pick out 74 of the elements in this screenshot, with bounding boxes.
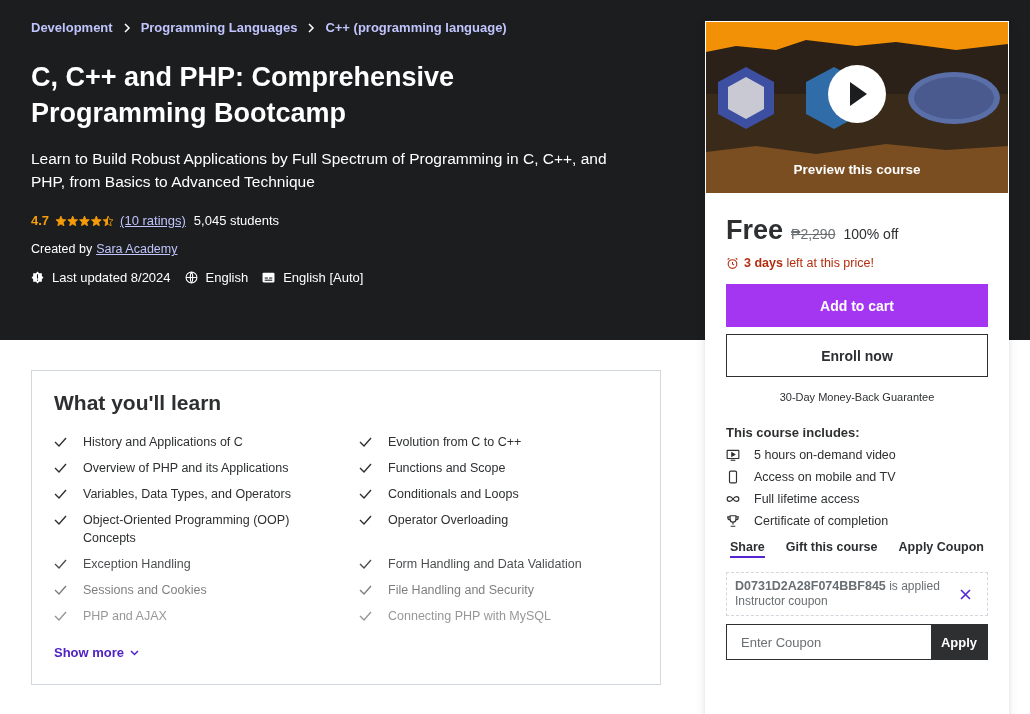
check-icon (359, 488, 372, 500)
breadcrumb-link[interactable]: C++ (programming language) (325, 20, 507, 35)
learn-item: Overview of PHP and its Applications (83, 460, 289, 477)
check-icon (359, 436, 372, 448)
learn-item: Evolution from C to C++ (388, 434, 522, 451)
learn-item: PHP and AJAX (83, 608, 167, 625)
author-link[interactable]: Sara Academy (96, 242, 178, 256)
breadcrumb-link[interactable]: Programming Languages (140, 20, 298, 35)
check-icon (54, 584, 67, 596)
apply-button[interactable]: Apply (931, 625, 987, 659)
original-price: ₱2,290 (791, 226, 836, 242)
play-icon[interactable] (828, 65, 886, 123)
coupon-field[interactable]: Enter Coupon Apply (726, 624, 988, 660)
alert-badge-icon (31, 271, 44, 284)
chevron-right-icon (307, 22, 316, 33)
learn-item: Connecting PHP with MySQL (388, 608, 552, 625)
check-icon (54, 610, 67, 622)
includes-heading: This course includes: (726, 425, 861, 440)
action-tab[interactable]: Share (730, 538, 765, 558)
course-title: C, C++ and PHP: Comprehensive Programming Bootcamp (31, 61, 456, 130)
guarantee-text: 30-Day Money-Back Guarantee (778, 391, 936, 403)
learn-heading: What you'll learn (54, 391, 223, 415)
add-to-cart-button[interactable]: Add to cart (726, 284, 988, 327)
include-item: Full lifetime access (754, 492, 860, 506)
check-icon (54, 462, 67, 474)
learn-item: Form Handling and Data Validation (388, 556, 582, 573)
check-icon (359, 584, 372, 596)
video-icon (726, 448, 740, 462)
coupon-status: D0731D2A28F074BBF845 is applied (735, 579, 940, 594)
include-item: Access on mobile and TV (754, 470, 896, 484)
learn-item: Operator Overloading (388, 512, 509, 529)
show-more-button[interactable]: Show more (54, 645, 140, 660)
learn-item: File Handling and Security (388, 582, 534, 599)
learn-item: Exception Handling (83, 556, 191, 573)
trophy-icon (726, 514, 740, 528)
include-item: 5 hours on-demand video (754, 448, 896, 462)
include-item: Certificate of completion (754, 514, 889, 528)
learn-item: Conditionals and Loops (388, 486, 519, 503)
learn-item: History and Applications of C (83, 434, 243, 451)
created-by-label: Created by (31, 242, 93, 256)
alarm-clock-icon (726, 256, 739, 270)
check-icon (54, 514, 67, 526)
check-icon (359, 462, 372, 474)
phone-icon (726, 470, 740, 484)
students-count: 5,045 students (193, 213, 280, 228)
deadline-text: 3 days left at this price! (744, 256, 874, 270)
learn-item: Functions and Scope (388, 460, 506, 477)
close-icon[interactable] (960, 588, 971, 600)
rating-value: 4.7 (31, 213, 50, 228)
enroll-button[interactable]: Enroll now (726, 334, 988, 377)
action-tab[interactable]: Apply Coupon (898, 538, 984, 558)
learn-item: Sessions and Cookies (83, 582, 207, 599)
globe-icon (184, 271, 198, 284)
learn-item: Object-Oriented Programming (OOP) Concepts (83, 512, 291, 547)
meta-text: Last updated 8/2024 (52, 270, 171, 285)
chevron-right-icon (122, 22, 131, 33)
breadcrumb-link[interactable]: Development (31, 20, 113, 35)
check-icon (359, 514, 372, 526)
meta-text: English (205, 270, 249, 285)
check-icon (54, 558, 67, 570)
action-tab[interactable]: Gift this course (785, 538, 878, 558)
learn-item: Variables, Data Types, and Operators (83, 486, 291, 503)
coupon-type: Instructor coupon (735, 594, 829, 609)
check-icon (54, 488, 67, 500)
chevron-down-icon (130, 649, 140, 656)
meta-text: English [Auto] (283, 270, 364, 285)
check-icon (54, 436, 67, 448)
check-icon (359, 610, 372, 622)
price: Free (726, 215, 784, 246)
ratings-link[interactable]: (10 ratings) (120, 213, 186, 228)
course-subtitle: Learn to Build Robust Applications by Full Spectrum of Programming in C, C++, and PHP, from Basics to Advanced Technique (31, 149, 608, 192)
captions-icon (262, 272, 276, 283)
check-icon (359, 558, 372, 570)
discount: 100% off (843, 226, 899, 242)
